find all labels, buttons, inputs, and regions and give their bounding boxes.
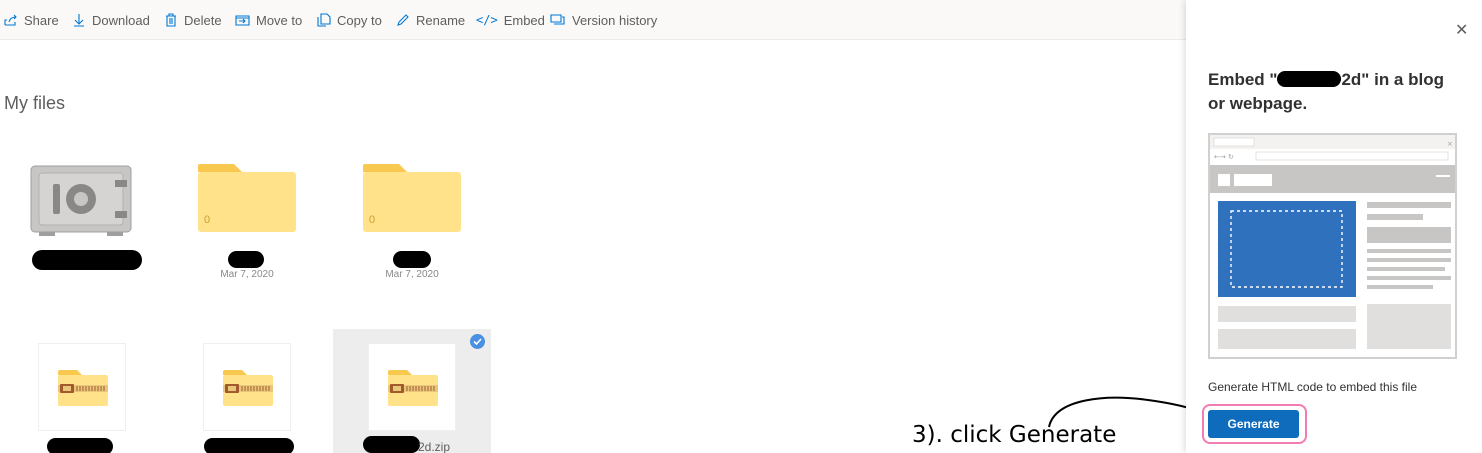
download-button[interactable]: Download [72,11,150,29]
folder-tile[interactable]: 0 [196,162,298,239]
folder-tile[interactable]: 0 [361,162,463,239]
redacted-name [204,438,294,453]
rename-button[interactable]: Rename [396,11,465,29]
svg-text:×: × [1447,140,1453,148]
command-bar: Share Download Delete Move to Copy to Re… [0,0,1186,40]
share-icon [4,14,17,26]
webpage-illustration-icon: × ←→ ↻ [1210,135,1455,349]
redacted-name [393,251,431,268]
embed-button[interactable]: </> Embed [476,11,545,29]
zip-folder-icon [223,370,273,406]
rename-label: Rename [416,12,466,28]
svg-text:←→ ↻: ←→ ↻ [1214,153,1234,161]
move-to-button[interactable]: Move to [235,11,302,29]
vault-icon [30,165,132,236]
download-label: Download [92,12,150,28]
zip-file-tile[interactable] [38,343,126,431]
selected-check-icon[interactable] [470,334,485,349]
page-title: My files [4,93,66,113]
move-to-label: Move to [256,12,303,28]
zip-file-tile[interactable] [203,343,291,431]
zip-folder-icon [388,370,438,406]
embed-panel: ✕ Embed " 2d" in a blog or webpage. × ←→ … [1186,0,1482,453]
redacted-name [47,438,113,453]
generate-button[interactable]: Generate [1208,410,1299,438]
trash-icon [166,13,176,27]
embed-preview-illustration: × ←→ ↻ [1208,133,1457,359]
version-history-icon [550,14,565,25]
personal-vault-tile[interactable] [29,164,135,243]
embed-panel-title: Embed " 2d" in a blog or webpage. [1208,68,1458,116]
delete-label: Delete [184,12,222,28]
folder-date: Mar 7, 2020 [385,269,439,280]
version-history-button[interactable]: Version history [550,11,657,29]
copy-to-button[interactable]: Copy to [317,11,382,29]
download-icon [74,14,84,27]
move-icon [235,15,250,26]
redacted-name [363,436,420,453]
title-prefix: Embed " [1208,70,1278,89]
zip-file-tile[interactable] [368,343,456,431]
version-history-label: Version history [572,12,658,28]
embed-label: Embed [503,12,545,28]
close-icon[interactable]: ✕ [1455,20,1468,40]
zip-folder-icon [58,370,108,406]
delete-button[interactable]: Delete [164,11,222,29]
folder-icon [198,164,296,232]
share-button[interactable]: Share [4,11,59,29]
copy-to-label: Copy to [337,12,382,28]
share-label: Share [24,12,59,28]
pencil-icon [397,14,409,26]
redacted-name [32,250,142,270]
folder-date: Mar 7, 2020 [220,269,274,280]
folder-icon [363,164,461,232]
copy-icon [317,13,331,27]
code-icon: </> [476,13,498,27]
embed-description: Generate HTML code to embed this file [1208,380,1417,394]
annotation-label: 3). click Generate [912,422,1117,448]
file-name-suffix: 2d.zip [418,440,451,453]
folder-item-count: 0 [369,214,376,226]
redacted-name [228,251,264,268]
folder-item-count: 0 [204,214,211,226]
redacted-name [1277,71,1342,87]
